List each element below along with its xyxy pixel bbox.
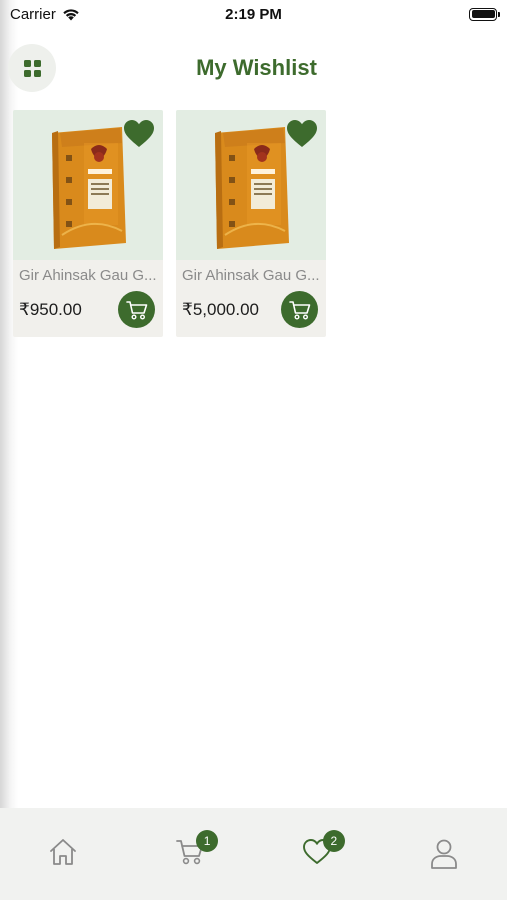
tab-home[interactable]	[33, 838, 93, 878]
cart-icon	[125, 300, 147, 319]
status-bar: Carrier 2:19 PM	[0, 0, 507, 28]
tab-profile[interactable]	[414, 838, 474, 878]
product-card[interactable]: Gir Ahinsak Gau G... ₹5,000.00	[176, 110, 326, 337]
tab-cart[interactable]: 1	[160, 830, 220, 878]
heart-filled-icon[interactable]	[286, 119, 318, 149]
battery-icon	[469, 7, 500, 21]
add-to-cart-button[interactable]	[118, 291, 155, 328]
cart-icon	[288, 300, 310, 319]
product-image[interactable]	[176, 110, 326, 260]
tab-wishlist[interactable]: 2	[287, 830, 347, 878]
product-price: ₹950.00	[19, 300, 82, 319]
page-title: My Wishlist	[196, 55, 317, 80]
carrier-info: Carrier	[10, 6, 80, 23]
tab-bar: 1 2	[0, 808, 507, 900]
profile-icon	[430, 839, 457, 869]
wifi-icon	[63, 8, 79, 20]
carrier-label: Carrier	[10, 5, 56, 23]
product-box-image	[215, 127, 289, 249]
heart-filled-icon[interactable]	[123, 119, 155, 149]
wishlist-count-badge: 2	[322, 830, 345, 852]
product-box-image	[52, 127, 126, 249]
header: My Wishlist	[0, 44, 507, 94]
add-to-cart-button[interactable]	[281, 291, 318, 328]
product-price: ₹5,000.00	[182, 300, 259, 319]
status-time: 2:19 PM	[225, 5, 282, 23]
cart-count-badge: 1	[196, 830, 219, 852]
product-name[interactable]: Gir Ahinsak Gau G...	[19, 267, 159, 284]
home-icon	[50, 839, 77, 865]
product-name[interactable]: Gir Ahinsak Gau G...	[182, 267, 322, 284]
wishlist-grid: Gir Ahinsak Gau G... ₹950.00 Gir Ahinsak…	[13, 110, 326, 337]
product-card[interactable]: Gir Ahinsak Gau G... ₹950.00	[13, 110, 163, 337]
product-image[interactable]	[13, 110, 163, 260]
